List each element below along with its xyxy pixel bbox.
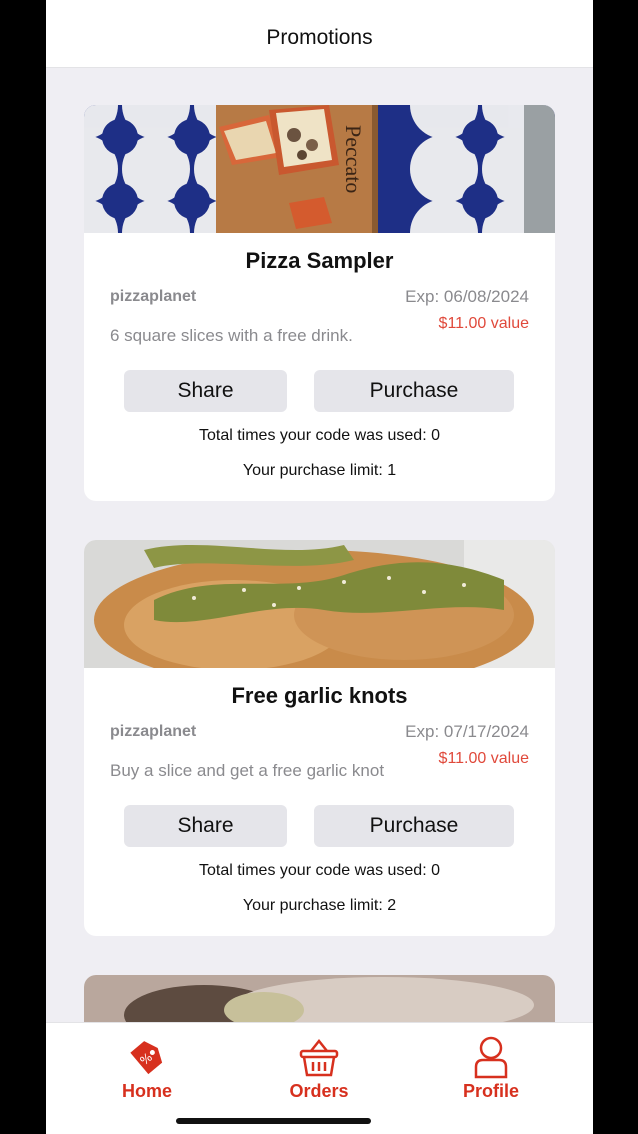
purchase-button[interactable]: Purchase [314,370,514,412]
promotion-value: $11.00 value [438,750,529,767]
app-screen: Promotions Peccato Pizza Sampler pizzapl… [46,0,593,1134]
navigation-bar: Promotions [46,0,593,68]
tab-profile[interactable]: Profile [421,1035,561,1102]
merchant-name: pizzaplanet [110,723,197,740]
purchase-button[interactable]: Purchase [314,805,514,847]
promotion-title: Pizza Sampler [245,248,394,273]
page-title: Promotions [266,26,373,49]
promotion-description: 6 square slices with a free drink. [110,326,353,345]
code-usage-count: Total times your code was used: 0 [198,427,440,444]
tag-icon: % [77,1035,217,1079]
promotion-title: Free garlic knots [231,683,408,708]
tab-label: Home [121,1081,172,1101]
tab-home[interactable]: % Home [77,1035,217,1102]
promotion-value: $11.00 value [438,315,529,332]
basket-icon [249,1035,389,1079]
share-button[interactable]: Share [124,370,287,412]
home-indicator[interactable] [176,1118,371,1124]
merchant-name: pizzaplanet [110,288,197,305]
promotion-image: Peccato [84,105,555,233]
tab-label: Orders [289,1081,349,1101]
share-button[interactable]: Share [124,805,287,847]
purchase-limit: Your purchase limit: 1 [242,462,397,479]
person-icon [421,1035,561,1079]
expiration-date: Exp: 06/08/2024 [405,287,529,306]
purchase-limit: Your purchase limit: 2 [242,897,397,914]
tab-label: Profile [462,1081,519,1101]
code-usage-count: Total times your code was used: 0 [198,862,440,879]
board-text: Peccato [341,125,366,193]
promotion-description: Buy a slice and get a free garlic knot [110,761,385,780]
promotion-card[interactable]: Free garlic knots pizzaplanet Exp: 07/17… [84,540,555,936]
promotion-image [84,540,555,668]
tab-orders[interactable]: Orders [249,1035,389,1102]
expiration-date: Exp: 07/17/2024 [405,722,529,741]
promotion-card[interactable]: Peccato Pizza Sampler pizzaplanet Exp: 0… [84,105,555,501]
